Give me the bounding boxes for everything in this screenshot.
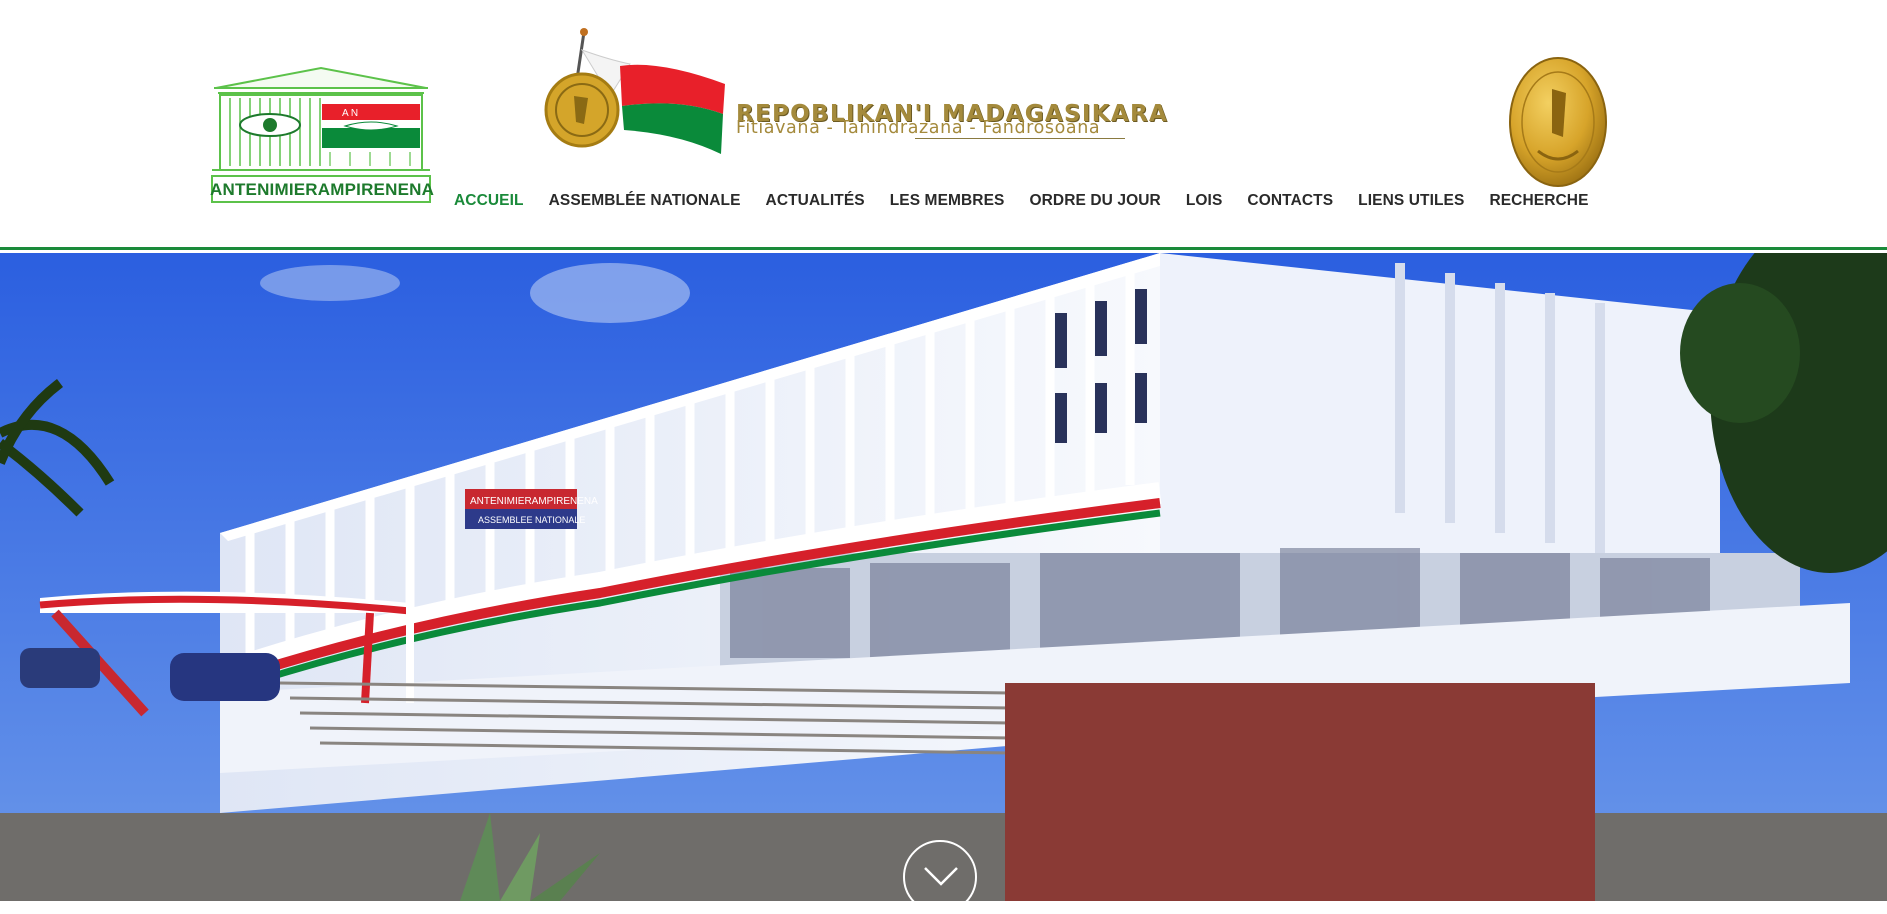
main-nav: ACCUEIL ASSEMBLÉE NATIONALE ACTUALITÉS L… xyxy=(454,192,1614,210)
site-header: A N ANTENIMIERAMPIRENENA REPOBLIKAN'I MA… xyxy=(0,0,1887,250)
republic-seal-icon xyxy=(1508,55,1608,189)
hero-banner: ANTENIMIERAMPIRENENA ASSEMBLEE NATIONALE xyxy=(0,253,1887,901)
badge-letters: A N xyxy=(342,108,358,119)
nav-item-ordre-du-jour[interactable]: ORDRE DU JOUR xyxy=(1029,192,1160,210)
nav-item-lois[interactable]: LOIS xyxy=(1186,192,1223,210)
nav-item-les-membres[interactable]: LES MEMBRES xyxy=(890,192,1005,210)
republic-motto: Fitiavana - Tanindrazana - Fandrosoana xyxy=(736,118,1101,138)
nav-item-contacts[interactable]: CONTACTS xyxy=(1247,192,1333,210)
motto-underline xyxy=(915,138,1125,139)
emblem-flag-logo xyxy=(540,26,730,158)
assembly-building-photo: ANTENIMIERAMPIRENENA ASSEMBLEE NATIONALE xyxy=(0,253,1887,901)
scroll-down-button[interactable] xyxy=(903,840,977,914)
nav-item-recherche[interactable]: RECHERCHE xyxy=(1489,192,1588,210)
nav-item-liens-utiles[interactable]: LIENS UTILES xyxy=(1358,192,1464,210)
sign-line1: ANTENIMIERAMPIRENENA xyxy=(470,496,598,507)
nav-item-actualites[interactable]: ACTUALITÉS xyxy=(766,192,865,210)
assembly-logo-text: ANTENIMIERAMPIRENENA xyxy=(210,180,435,199)
nav-item-accueil[interactable]: ACCUEIL xyxy=(454,192,524,210)
chevron-down-icon xyxy=(924,867,958,886)
sign-line2: ASSEMBLEE NATIONALE xyxy=(478,515,585,525)
assembly-logo[interactable]: A N ANTENIMIERAMPIRENENA xyxy=(210,66,435,204)
nav-item-assemblee-nationale[interactable]: ASSEMBLÉE NATIONALE xyxy=(549,192,741,210)
